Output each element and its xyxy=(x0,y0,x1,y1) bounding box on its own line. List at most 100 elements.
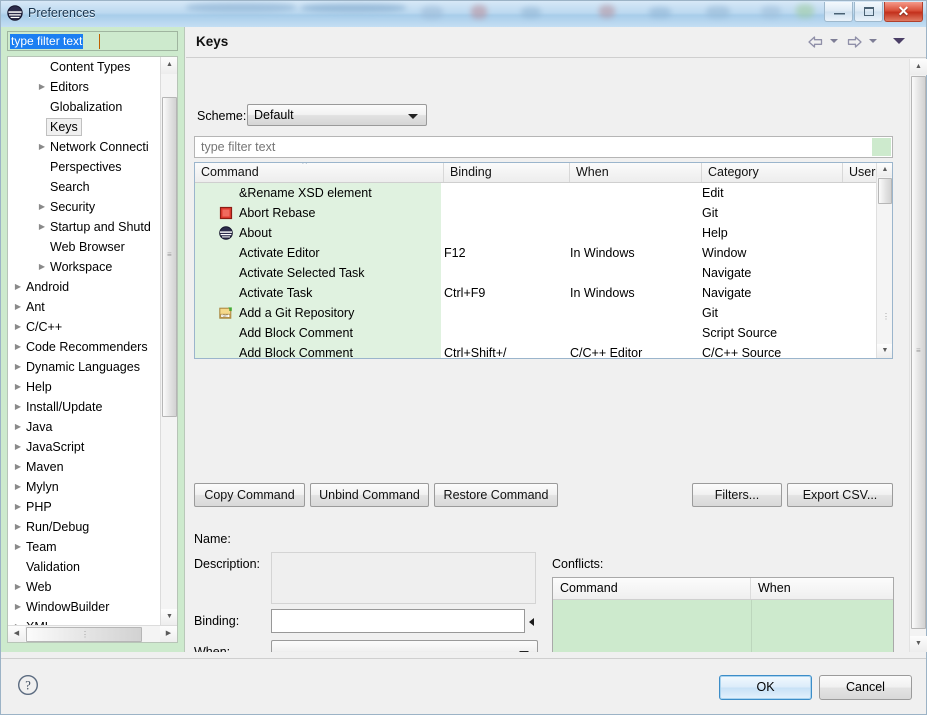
scrollbar-thumb[interactable] xyxy=(878,178,892,204)
column-header-category[interactable]: Category xyxy=(702,163,843,182)
sidebar-item-windowbuilder[interactable]: ▶WindowBuilder xyxy=(8,597,161,617)
tree-horizontal-scrollbar[interactable]: ◀ ⋮ ▶ xyxy=(8,625,177,642)
maximize-button[interactable] xyxy=(854,2,883,22)
scroll-up-arrow[interactable]: ▲ xyxy=(161,57,178,74)
back-dropdown-caret-icon[interactable] xyxy=(830,39,838,43)
scheme-select[interactable]: Default xyxy=(247,104,427,126)
scroll-up-arrow[interactable]: ▲ xyxy=(910,59,927,75)
table-row[interactable]: Activate TaskCtrl+F9In WindowsNavigate xyxy=(195,283,876,303)
sidebar-item-keys[interactable]: Keys xyxy=(8,117,161,137)
conflicts-column-command[interactable]: Command xyxy=(553,578,751,599)
sidebar-item-android[interactable]: ▶Android xyxy=(8,277,161,297)
view-menu-caret-icon[interactable] xyxy=(893,38,905,44)
scroll-down-arrow[interactable]: ▼ xyxy=(161,609,178,626)
scroll-down-arrow[interactable]: ▼ xyxy=(877,344,893,358)
table-row[interactable]: Activate Selected TaskNavigate xyxy=(195,263,876,283)
expand-arrow-icon[interactable]: ▶ xyxy=(12,437,24,457)
sidebar-item-web[interactable]: ▶Web xyxy=(8,577,161,597)
sidebar-item-mylyn[interactable]: ▶Mylyn xyxy=(8,477,161,497)
sidebar-item-search[interactable]: Search xyxy=(8,177,161,197)
table-row[interactable]: Abort RebaseGit xyxy=(195,203,876,223)
sidebar-item-team[interactable]: ▶Team xyxy=(8,537,161,557)
sidebar-item-install-update[interactable]: ▶Install/Update xyxy=(8,397,161,417)
column-header-command[interactable]: Command xyxy=(195,163,444,182)
sidebar-item-ant[interactable]: ▶Ant xyxy=(8,297,161,317)
sidebar-item-security[interactable]: ▶Security xyxy=(8,197,161,217)
page-vertical-scrollbar[interactable]: ▲ ≡ ▼ xyxy=(909,59,926,652)
expand-arrow-icon[interactable]: ▶ xyxy=(12,277,24,297)
help-icon[interactable]: ? xyxy=(17,674,39,696)
sidebar-item-editors[interactable]: ▶Editors xyxy=(8,77,161,97)
scroll-right-arrow[interactable]: ▶ xyxy=(160,626,177,643)
description-textarea[interactable] xyxy=(271,552,536,604)
minimize-button[interactable] xyxy=(824,2,853,22)
sidebar-item-maven[interactable]: ▶Maven xyxy=(8,457,161,477)
scroll-down-arrow[interactable]: ▼ xyxy=(910,636,927,652)
expand-arrow-icon[interactable]: ▶ xyxy=(12,397,24,417)
expand-arrow-icon[interactable]: ▶ xyxy=(12,377,24,397)
column-header-user[interactable]: User xyxy=(843,163,876,182)
sidebar-item-startup-and-shutd[interactable]: ▶Startup and Shutd xyxy=(8,217,161,237)
table-row[interactable]: GITAdd a Git RepositoryGit xyxy=(195,303,876,323)
table-row[interactable]: Activate EditorF12In WindowsWindow xyxy=(195,243,876,263)
table-row[interactable]: &Rename XSD elementEdit xyxy=(195,183,876,203)
sidebar-item-help[interactable]: ▶Help xyxy=(8,377,161,397)
scrollbar-thumb[interactable]: ≡ xyxy=(911,76,926,629)
expand-arrow-icon[interactable]: ▶ xyxy=(12,357,24,377)
expand-arrow-icon[interactable]: ▶ xyxy=(12,517,24,537)
table-row[interactable]: Add Block CommentScript Source xyxy=(195,323,876,343)
sidebar-item-dynamic-languages[interactable]: ▶Dynamic Languages xyxy=(8,357,161,377)
ok-button[interactable]: OK xyxy=(719,675,812,700)
when-select[interactable] xyxy=(271,640,538,652)
column-header-when[interactable]: When xyxy=(570,163,702,182)
sidebar-item-php[interactable]: ▶PHP xyxy=(8,497,161,517)
sidebar-item-content-types[interactable]: Content Types xyxy=(8,57,161,77)
column-header-binding[interactable]: Binding xyxy=(444,163,570,182)
scroll-left-arrow[interactable]: ◀ xyxy=(8,626,25,643)
table-row[interactable]: AboutHelp xyxy=(195,223,876,243)
keys-table-scrollbar[interactable]: ▲ ▼ ⋮ xyxy=(876,163,892,358)
expand-arrow-icon[interactable]: ▶ xyxy=(12,337,24,357)
back-button[interactable] xyxy=(807,34,824,50)
expand-arrow-icon[interactable]: ▶ xyxy=(36,217,48,237)
sidebar-item-run-debug[interactable]: ▶Run/Debug xyxy=(8,517,161,537)
binding-input[interactable] xyxy=(271,609,525,633)
restore-command-button[interactable]: Restore Command xyxy=(434,483,558,507)
scrollbar-thumb[interactable]: ⋮ xyxy=(26,627,142,642)
expand-arrow-icon[interactable]: ▶ xyxy=(36,137,48,157)
sidebar-item-globalization[interactable]: Globalization xyxy=(8,97,161,117)
conflicts-column-when[interactable]: When xyxy=(751,578,893,599)
sidebar-item-c-c[interactable]: ▶C/C++ xyxy=(8,317,161,337)
conflicts-table[interactable]: Command When xyxy=(552,577,894,652)
sidebar-item-web-browser[interactable]: Web Browser xyxy=(8,237,161,257)
expand-arrow-icon[interactable]: ▶ xyxy=(12,577,24,597)
expand-arrow-icon[interactable]: ▶ xyxy=(12,597,24,617)
filters-button[interactable]: Filters... xyxy=(692,483,782,507)
sidebar-item-java[interactable]: ▶Java xyxy=(8,417,161,437)
sidebar-item-code-recommenders[interactable]: ▶Code Recommenders xyxy=(8,337,161,357)
tree-vertical-scrollbar[interactable]: ▲ ≡ ▼ xyxy=(160,57,177,626)
title-bar[interactable]: Preferences ✕ xyxy=(1,1,926,27)
preferences-tree[interactable]: Content Types▶EditorsGlobalizationKeys▶N… xyxy=(7,56,178,643)
sidebar-filter-input[interactable]: type filter text xyxy=(7,31,178,51)
expand-arrow-icon[interactable]: ▶ xyxy=(12,477,24,497)
close-button[interactable]: ✕ xyxy=(884,2,923,22)
binding-insert-special-key-button[interactable] xyxy=(526,609,538,633)
expand-arrow-icon[interactable]: ▶ xyxy=(12,497,24,517)
table-row[interactable]: Add Block CommentCtrl+Shift+/C/C++ Edito… xyxy=(195,343,876,359)
scrollbar-thumb[interactable]: ≡ xyxy=(162,97,177,417)
keys-filter-input[interactable]: type filter text xyxy=(194,136,893,158)
expand-arrow-icon[interactable]: ▶ xyxy=(12,297,24,317)
sidebar-item-validation[interactable]: Validation xyxy=(8,557,161,577)
scroll-up-arrow[interactable]: ▲ xyxy=(877,163,893,177)
unbind-command-button[interactable]: Unbind Command xyxy=(310,483,429,507)
expand-arrow-icon[interactable]: ▶ xyxy=(12,457,24,477)
sidebar-item-perspectives[interactable]: Perspectives xyxy=(8,157,161,177)
cancel-button[interactable]: Cancel xyxy=(819,675,912,700)
expand-arrow-icon[interactable]: ▶ xyxy=(36,257,48,277)
copy-command-button[interactable]: Copy Command xyxy=(194,483,305,507)
expand-arrow-icon[interactable]: ▶ xyxy=(12,417,24,437)
sidebar-item-javascript[interactable]: ▶JavaScript xyxy=(8,437,161,457)
sidebar-item-network-connecti[interactable]: ▶Network Connecti xyxy=(8,137,161,157)
forward-dropdown-caret-icon[interactable] xyxy=(869,39,877,43)
